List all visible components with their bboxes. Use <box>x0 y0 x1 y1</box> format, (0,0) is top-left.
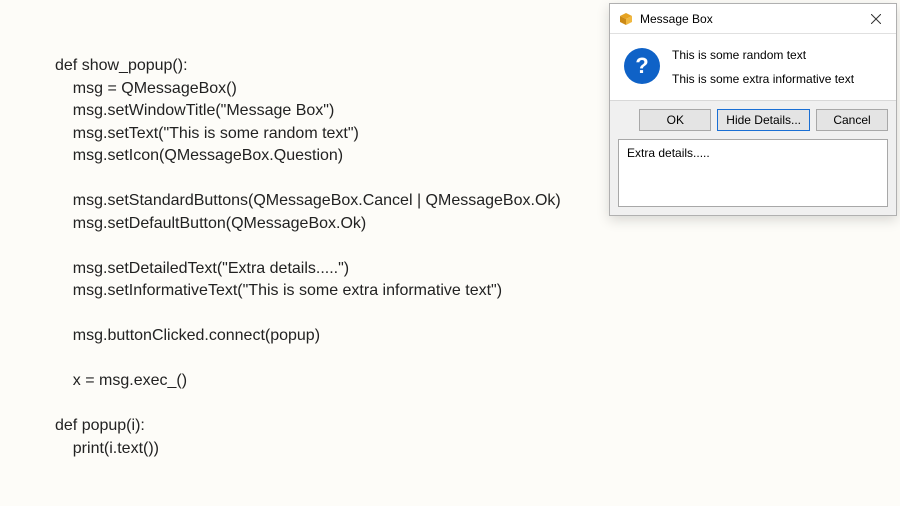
code-block: def show_popup(): msg = QMessageBox() ms… <box>55 55 561 460</box>
ok-button[interactable]: OK <box>639 109 711 131</box>
titlebar-title: Message Box <box>640 12 858 26</box>
titlebar[interactable]: Message Box <box>610 4 896 34</box>
dialog-main-text: This is some random text <box>672 48 882 62</box>
dialog-texts: This is some random text This is some ex… <box>672 48 882 86</box>
question-mark: ? <box>635 53 648 79</box>
dialog-details-wrap: Extra details..... <box>610 139 896 215</box>
dialog-informative-text: This is some extra informative text <box>672 72 882 86</box>
cancel-button[interactable]: Cancel <box>816 109 888 131</box>
close-button[interactable] <box>858 5 894 33</box>
message-box-dialog: Message Box ? This is some random text T… <box>609 3 897 216</box>
hide-details-button[interactable]: Hide Details... <box>717 109 810 131</box>
question-icon: ? <box>624 48 660 84</box>
dialog-details-textarea[interactable]: Extra details..... <box>618 139 888 207</box>
dialog-button-row: OK Hide Details... Cancel <box>610 100 896 139</box>
dialog-body: ? This is some random text This is some … <box>610 34 896 100</box>
app-icon <box>618 11 634 27</box>
